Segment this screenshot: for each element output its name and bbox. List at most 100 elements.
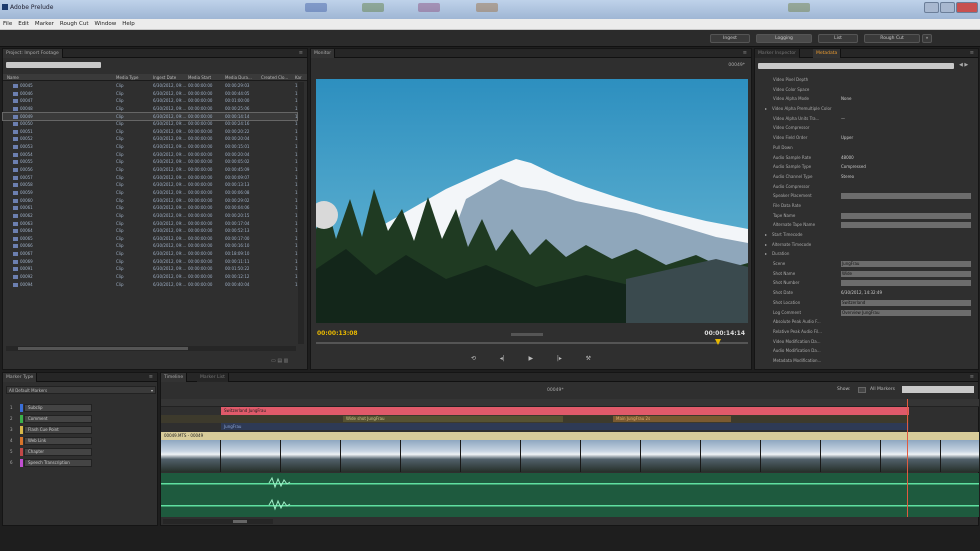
marker-type-menu-icon[interactable]: ≡: [149, 373, 153, 382]
metadata-field[interactable]: Wide: [841, 270, 971, 277]
project-search-input[interactable]: [6, 62, 101, 68]
zoom-slider[interactable]: [511, 333, 543, 336]
video-thumbnails-track[interactable]: [161, 440, 979, 472]
marker-type-item[interactable]: 1 Subclip: [7, 404, 107, 412]
col-media-start[interactable]: Media Start: [188, 74, 211, 81]
panel-menu-icon[interactable]: ≡: [299, 49, 303, 58]
col-media-type[interactable]: Media Type: [116, 74, 138, 81]
folder-icon[interactable]: ▤: [277, 358, 282, 364]
project-row[interactable]: 00046 Clip 6/30/2012, 09:... 00:00:00:00 00:…: [3, 90, 298, 98]
workspace-more-button[interactable]: »: [922, 34, 932, 43]
menu-marker[interactable]: Marker: [35, 21, 54, 27]
monitor-playhead[interactable]: [714, 339, 721, 345]
col-media-duration[interactable]: Media Dura...: [225, 74, 252, 81]
project-row[interactable]: 00092 Clip 6/30/2012, 09:... 00:00:00:00 00:…: [3, 273, 298, 281]
project-row[interactable]: 00049 Clip 6/30/2012, 09:... 00:00:00:00 00:…: [2, 111, 298, 122]
project-row[interactable]: 00045 Clip 6/30/2012, 09:... 00:00:00:00 00:…: [3, 82, 298, 90]
project-row[interactable]: 00065 Clip 6/30/2012, 09:... 00:00:00:00 00:…: [3, 235, 298, 243]
timeline-menu-icon[interactable]: ≡: [970, 373, 974, 382]
project-row[interactable]: 00063 Clip 6/30/2012, 09:... 00:00:00:00 00:…: [3, 220, 298, 228]
step-forward-icon[interactable]: |▸: [557, 355, 562, 362]
metadata-search-input[interactable]: [758, 63, 954, 69]
metadata-field[interactable]: [841, 193, 971, 200]
project-row[interactable]: 00066 Clip 6/30/2012, 09:... 00:00:00:00 00:…: [3, 242, 298, 250]
col-name[interactable]: Name: [7, 74, 19, 81]
tab-marker-type[interactable]: Marker Type: [3, 373, 38, 382]
metadata-field[interactable]: JungFrau: [841, 261, 971, 268]
marker-type-item[interactable]: 5 Chapter: [7, 448, 107, 456]
col-ingest-date[interactable]: Ingest Date: [153, 74, 176, 81]
marker-type-name[interactable]: Flash Cue Point: [24, 426, 92, 434]
metadata-menu-icon[interactable]: ≡: [970, 49, 974, 58]
menu-edit[interactable]: Edit: [18, 21, 29, 27]
project-row[interactable]: 00060 Clip 6/30/2012, 09:... 00:00:00:00 00:…: [3, 197, 298, 205]
marker-type-item[interactable]: 6 Speech Transcription: [7, 459, 107, 467]
workspace-list[interactable]: List: [818, 34, 858, 43]
close-button[interactable]: [956, 2, 978, 13]
workspace-logging[interactable]: Logging: [756, 34, 812, 43]
marker-type-name[interactable]: Speech Transcription: [24, 459, 92, 467]
marker-type-name[interactable]: Web Link: [24, 437, 92, 445]
project-row[interactable]: 00057 Clip 6/30/2012, 09:... 00:00:00:00 00:…: [3, 174, 298, 182]
project-row[interactable]: 00050 Clip 6/30/2012, 09:... 00:00:00:00 00:…: [3, 120, 298, 128]
expand-arrow-icon[interactable]: ▸: [765, 240, 767, 250]
tab-marker-inspector[interactable]: Marker Inspector: [755, 49, 800, 58]
project-row[interactable]: 00052 Clip 6/30/2012, 09:... 00:00:00:00 00:…: [3, 135, 298, 143]
audio-waveform-track[interactable]: [161, 473, 979, 517]
show-value[interactable]: All Markers: [870, 387, 895, 392]
timeline-playhead[interactable]: [907, 399, 909, 517]
project-row[interactable]: 00053 Clip 6/30/2012, 09:... 00:00:00:00 00:…: [3, 143, 298, 151]
show-dropdown-arrow[interactable]: [858, 387, 866, 393]
metadata-nav-icons[interactable]: ◀ ▶: [959, 62, 968, 68]
expand-arrow-icon[interactable]: ▸: [765, 104, 767, 114]
timeline-zoom-scroll[interactable]: [163, 519, 273, 524]
marker-type-name[interactable]: Chapter: [24, 448, 92, 456]
menu-window[interactable]: Window: [95, 21, 117, 27]
metadata-field[interactable]: [841, 222, 971, 229]
metadata-field[interactable]: [841, 280, 971, 287]
project-row[interactable]: 00062 Clip 6/30/2012, 09:... 00:00:00:00 00:…: [3, 212, 298, 220]
marker-type-item[interactable]: 2 Comment: [7, 415, 107, 423]
metadata-field[interactable]: [841, 212, 971, 219]
project-scrollbar[interactable]: [298, 82, 304, 344]
marker-type-name[interactable]: Comment: [24, 415, 92, 423]
monitor-menu-icon[interactable]: ≡: [743, 49, 747, 58]
project-row[interactable]: 00059 Clip 6/30/2012, 09:... 00:00:00:00 00:…: [3, 189, 298, 197]
expand-arrow-icon[interactable]: ▸: [765, 249, 767, 259]
tab-marker-list[interactable]: Marker List: [197, 373, 229, 382]
menu-help[interactable]: Help: [122, 21, 135, 27]
comment-marker[interactable]: Wide shot JungFrau: [343, 416, 563, 422]
video-frame[interactable]: [316, 79, 748, 323]
menu-file[interactable]: File: [3, 21, 12, 27]
marker-type-item[interactable]: 3 Flash Cue Point: [7, 426, 107, 434]
menu-rough-cut[interactable]: Rough Cut: [60, 21, 89, 27]
maximize-button[interactable]: [940, 2, 955, 13]
comment-marker-2[interactable]: Main JungFrau 2s: [613, 416, 731, 422]
project-row[interactable]: 00056 Clip 6/30/2012, 09:... 00:00:00:00 00:…: [3, 166, 298, 174]
chapter-marker-bar[interactable]: JungFrau: [221, 423, 909, 430]
marker-filter-dropdown[interactable]: All Default Markers ▾: [6, 386, 156, 394]
project-row[interactable]: 00094 Clip 6/30/2012, 09:... 00:00:00:00 00:…: [3, 281, 298, 289]
marker-type-item[interactable]: 4 Web Link: [7, 437, 107, 445]
minimize-button[interactable]: [924, 2, 939, 13]
tab-monitor[interactable]: Monitor: [311, 49, 336, 58]
play-icon[interactable]: ▶: [528, 355, 533, 362]
col-kar[interactable]: Kar: [295, 74, 302, 81]
step-back-icon[interactable]: ◂|: [500, 355, 505, 362]
workspace-ingest[interactable]: Ingest: [710, 34, 750, 43]
project-hscroll[interactable]: [6, 346, 296, 351]
project-row[interactable]: 00064 Clip 6/30/2012, 09:... 00:00:00:00 00:…: [3, 227, 298, 235]
project-row[interactable]: 00069 Clip 6/30/2012, 09:... 00:00:00:00 00:…: [3, 258, 298, 266]
subclip-marker-bar[interactable]: Switzerland JungFrau: [221, 407, 909, 415]
new-bin-icon[interactable]: ▭: [271, 358, 276, 364]
tab-project[interactable]: Project: Import Footage: [3, 49, 63, 58]
project-row[interactable]: 00061 Clip 6/30/2012, 09:... 00:00:00:00 00:…: [3, 204, 298, 212]
current-timecode[interactable]: 00:00:13:08: [317, 330, 358, 337]
loop-icon[interactable]: ⟲: [471, 355, 476, 362]
project-row[interactable]: 00055 Clip 6/30/2012, 09:... 00:00:00:00 00:…: [3, 158, 298, 166]
marker-type-name[interactable]: Subclip: [24, 404, 92, 412]
project-row[interactable]: 00058 Clip 6/30/2012, 09:... 00:00:00:00 00:…: [3, 181, 298, 189]
workspace-rough-cut[interactable]: Rough Cut: [864, 34, 920, 43]
delete-icon[interactable]: ▥: [284, 358, 289, 364]
expand-arrow-icon[interactable]: ▸: [765, 230, 767, 240]
